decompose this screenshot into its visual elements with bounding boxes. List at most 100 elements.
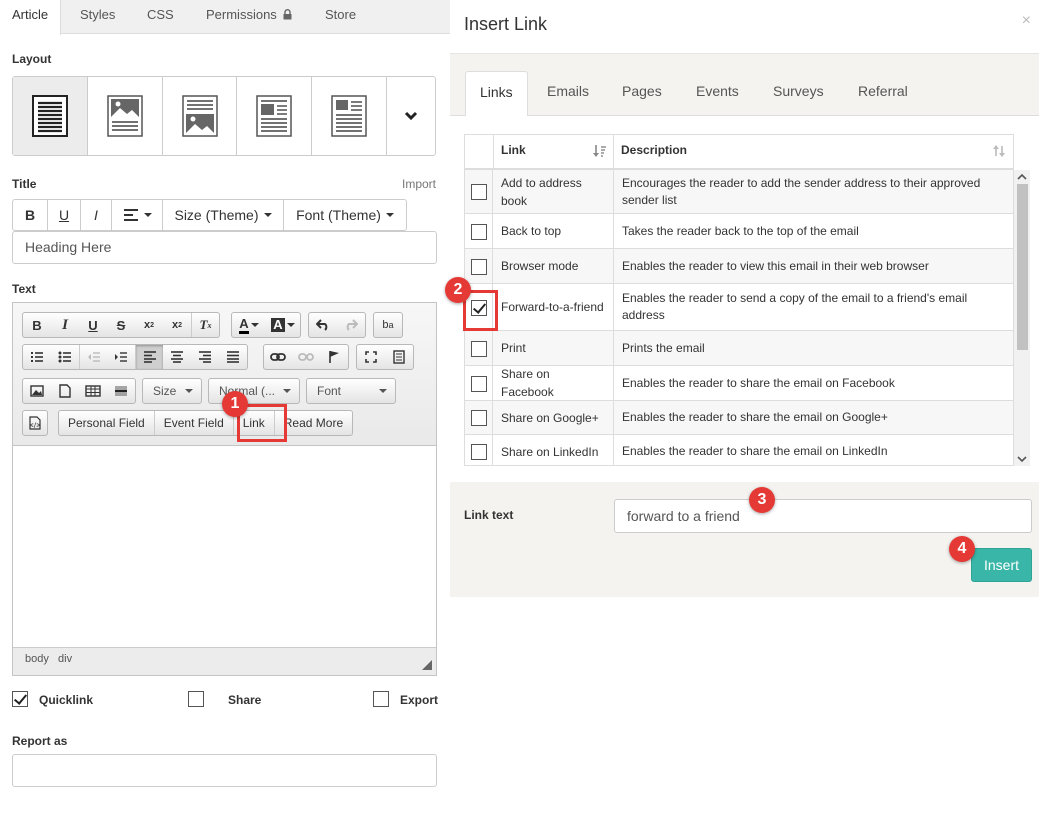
link-icon[interactable] [264,345,292,369]
layout-option-image-left[interactable] [237,77,313,155]
background-color-icon[interactable]: A [266,313,300,337]
sort-ascending-icon [593,145,606,157]
scrollbar-thumb[interactable] [1017,184,1028,350]
tab-pages[interactable]: Pages [622,83,662,99]
size-dropdown[interactable]: Size [142,378,202,404]
layout-more-button[interactable] [387,77,435,155]
align-right-icon[interactable] [191,345,219,369]
table-row[interactable]: Share on LinkedIn Enables the reader to s… [465,435,1013,465]
column-description[interactable]: Description [614,135,1013,168]
indent-icon[interactable] [107,345,135,369]
document-icon[interactable] [51,379,79,403]
table-row[interactable]: Print Prints the email [465,331,1013,366]
undo-icon[interactable] [309,313,337,337]
text-direction-icon[interactable]: ba [374,313,402,337]
italic-icon[interactable]: I [51,313,79,337]
quicklink-checkbox[interactable] [12,691,28,707]
share-checkbox[interactable] [188,691,204,707]
step-marker-3: 3 [749,487,775,513]
table-row[interactable]: Share on Facebook Enables the reader to s… [465,366,1013,401]
subscript-icon[interactable]: x2 [135,313,163,337]
row-checkbox[interactable] [471,444,487,460]
scroll-down-arrow-icon[interactable] [1017,455,1027,463]
tab-article[interactable]: Article [0,0,61,35]
layout-option-image-right[interactable] [312,77,388,155]
outdent-icon[interactable] [79,345,107,369]
table-icon[interactable] [79,379,107,403]
table-row[interactable]: Share on Google+ Enables the reader to sh… [465,401,1013,435]
anchor-flag-icon[interactable] [320,345,348,369]
table-row[interactable]: Forward-to-a-friend Enables the reader to… [465,284,1013,331]
step-marker-2: 2 [445,277,471,303]
table-row[interactable]: Browser mode Enables the reader to view t… [465,249,1013,284]
event-field-button[interactable]: Event Field [155,411,234,435]
tab-permissions[interactable]: Permissions [206,0,292,34]
resize-handle-icon[interactable] [422,660,432,670]
personal-field-button[interactable]: Personal Field [59,411,155,435]
row-link-name: Share on Facebook [493,366,614,400]
row-link-name: Print [493,331,614,365]
title-italic-button[interactable]: I [80,199,112,231]
row-checkbox[interactable] [471,184,487,200]
title-input[interactable]: Heading Here [12,231,437,264]
tab-css[interactable]: CSS [147,0,174,34]
scroll-up-arrow-icon[interactable] [1017,173,1027,181]
export-checkbox[interactable] [373,691,389,707]
report-as-input[interactable] [12,754,437,787]
layout-option-text-only[interactable] [13,77,88,155]
underline-icon[interactable]: U [79,313,107,337]
title-size-dropdown[interactable]: Size (Theme) [162,199,284,231]
tab-surveys[interactable]: Surveys [773,83,824,99]
superscript-icon[interactable]: x2 [163,313,191,337]
align-left-icon[interactable] [135,345,163,369]
import-link[interactable]: Import [402,177,436,191]
horizontal-rule-icon[interactable] [107,379,135,403]
row-checkbox[interactable] [471,224,487,240]
row-checkbox[interactable] [471,376,487,392]
font-dropdown[interactable]: Font [306,378,396,404]
editor-content-area[interactable] [13,446,436,647]
row-checkbox[interactable] [471,410,487,426]
title-align-button[interactable] [111,199,163,231]
maximize-icon[interactable] [357,345,385,369]
bold-icon[interactable]: B [23,313,51,337]
row-checkbox[interactable] [471,341,487,357]
bullet-list-icon[interactable] [51,345,79,369]
strikethrough-icon[interactable]: S [107,313,135,337]
remove-format-icon[interactable]: Tx [191,313,219,337]
path-div[interactable]: div [58,653,72,665]
source-code-icon[interactable]: </> [23,411,47,435]
unlink-icon[interactable] [292,345,320,369]
tab-store[interactable]: Store [325,0,356,34]
close-icon[interactable]: × [1022,12,1031,30]
text-label: Text [12,282,36,296]
dialog-body: Link Description Add to address book Enco… [450,116,1039,482]
path-body[interactable]: body [25,653,49,665]
numbered-list-icon[interactable] [23,345,51,369]
tab-permissions-label: Permissions [206,7,277,22]
title-font-dropdown[interactable]: Font (Theme) [283,199,407,231]
insert-button[interactable]: Insert [971,548,1032,582]
layout-option-image-top[interactable] [88,77,163,155]
image-icon[interactable] [23,379,51,403]
title-underline-button[interactable]: U [47,199,81,231]
column-link[interactable]: Link [493,135,614,168]
tab-styles[interactable]: Styles [80,0,115,34]
show-blocks-icon[interactable] [385,345,413,369]
layout-option-image-bottom[interactable] [163,77,238,155]
row-description: Enables the reader to view this email in… [622,258,929,273]
text-color-icon[interactable]: A [232,313,266,337]
align-justify-icon[interactable] [219,345,247,369]
table-row[interactable]: Back to top Takes the reader back to the … [465,214,1013,249]
redo-icon[interactable] [337,313,365,337]
row-checkbox[interactable] [471,259,487,275]
title-bold-button[interactable]: B [12,199,48,231]
row-description: Enables the reader to share the email on… [622,375,895,390]
tab-events[interactable]: Events [696,83,739,99]
align-center-icon[interactable] [163,345,191,369]
tab-links[interactable]: Links [465,71,528,117]
tab-emails[interactable]: Emails [547,83,589,99]
tab-referral[interactable]: Referral [858,83,908,99]
table-row[interactable]: Add to address book Encourages the reader… [465,170,1013,214]
link-text-input[interactable]: forward to a friend [614,499,1032,533]
